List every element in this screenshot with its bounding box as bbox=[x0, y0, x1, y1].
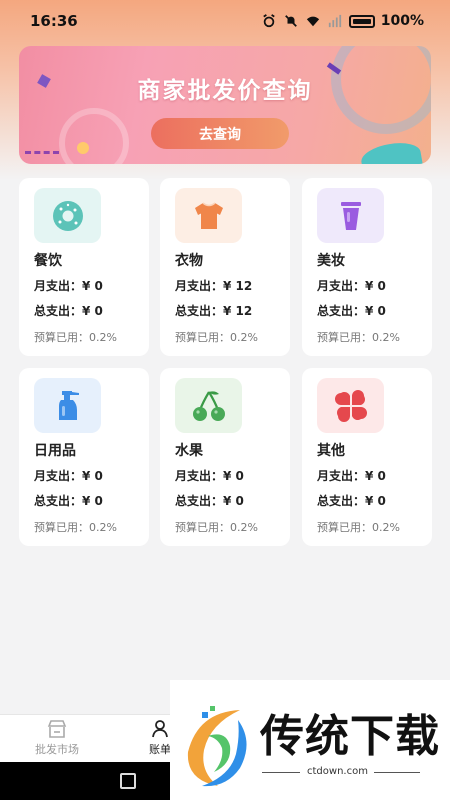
wifi-icon bbox=[306, 16, 319, 27]
total-expense: 总支出：¥ 0 bbox=[34, 304, 103, 318]
monthly-expense: 月支出：¥ 0 bbox=[34, 279, 103, 293]
nav-market[interactable]: 批发市场 bbox=[22, 719, 92, 757]
donut-icon bbox=[52, 200, 83, 231]
total-expense: 总支出：¥ 0 bbox=[34, 494, 103, 508]
status-time: 16:36 bbox=[30, 12, 78, 30]
category-card-other[interactable]: 其他 月支出：¥ 0 总支出：¥ 0 预算已用：0.2% bbox=[302, 368, 432, 546]
alarm-icon bbox=[262, 14, 275, 28]
status-icons: 100% bbox=[261, 13, 424, 29]
store-icon bbox=[47, 720, 67, 738]
monthly-expense: 月支出：¥ 0 bbox=[175, 469, 244, 483]
four-petal-icon bbox=[334, 389, 367, 422]
recent-apps-button[interactable] bbox=[120, 773, 136, 789]
nav-bill-label: 账单 bbox=[149, 743, 171, 756]
icon-container bbox=[175, 188, 242, 243]
total-expense: 总支出：¥ 0 bbox=[317, 304, 386, 318]
monthly-expense: 月支出：¥ 0 bbox=[317, 279, 386, 293]
nav-market-label: 批发市场 bbox=[35, 743, 79, 756]
status-bar: 16:36 100% bbox=[0, 0, 450, 42]
decor-shape bbox=[359, 138, 423, 164]
watermark-brand: 传统下载 bbox=[260, 711, 440, 762]
budget-used: 预算已用：0.2% bbox=[34, 331, 117, 344]
bill-icon bbox=[152, 720, 168, 738]
signal-icon bbox=[328, 14, 341, 28]
category-name: 水果 bbox=[175, 443, 203, 459]
watermark-url: ctdown.com bbox=[307, 766, 368, 777]
total-expense: 总支出：¥ 0 bbox=[175, 494, 244, 508]
wholesale-price-banner[interactable]: 商家批发价查询 去查询 bbox=[19, 46, 431, 164]
icon-container bbox=[317, 378, 384, 433]
category-card-cosmetics[interactable]: 美妆 月支出：¥ 0 总支出：¥ 0 预算已用：0.2% bbox=[302, 178, 432, 356]
category-name: 其他 bbox=[317, 443, 345, 459]
spray-bottle-icon bbox=[58, 390, 79, 420]
divider bbox=[262, 772, 300, 773]
icon-container bbox=[34, 378, 101, 433]
budget-used: 预算已用：0.2% bbox=[175, 331, 258, 344]
decor-ring bbox=[59, 108, 129, 164]
monthly-expense: 月支出：¥ 0 bbox=[317, 469, 386, 483]
total-expense: 总支出：¥ 12 bbox=[175, 304, 253, 318]
category-name: 衣物 bbox=[175, 253, 203, 269]
budget-used: 预算已用：0.2% bbox=[34, 521, 117, 534]
category-name: 餐饮 bbox=[34, 253, 62, 269]
category-card-daily-goods[interactable]: 日用品 月支出：¥ 0 总支出：¥ 0 预算已用：0.2% bbox=[19, 368, 149, 546]
category-card-clothing[interactable]: 衣物 月支出：¥ 12 总支出：¥ 12 预算已用：0.2% bbox=[160, 178, 290, 356]
cosmetic-cup-icon bbox=[340, 201, 361, 230]
mute-icon bbox=[284, 15, 297, 27]
monthly-expense: 月支出：¥ 12 bbox=[175, 279, 253, 293]
monthly-expense: 月支出：¥ 0 bbox=[34, 469, 103, 483]
category-name: 美妆 bbox=[317, 253, 345, 269]
icon-container bbox=[175, 378, 242, 433]
query-button[interactable]: 去查询 bbox=[151, 118, 289, 149]
decor-confetti bbox=[77, 142, 89, 154]
category-name: 日用品 bbox=[34, 443, 76, 459]
watermark-logo-icon bbox=[187, 706, 247, 787]
watermark: 传统下载 ctdown.com bbox=[170, 680, 450, 800]
budget-used: 预算已用：0.2% bbox=[175, 521, 258, 534]
category-card-fruit[interactable]: 水果 月支出：¥ 0 总支出：¥ 0 预算已用：0.2% bbox=[160, 368, 290, 546]
icon-container bbox=[317, 188, 384, 243]
budget-used: 预算已用：0.2% bbox=[317, 521, 400, 534]
tshirt-icon bbox=[194, 201, 223, 229]
battery-level: 100% bbox=[380, 13, 424, 29]
total-expense: 总支出：¥ 0 bbox=[317, 494, 386, 508]
banner-title: 商家批发价查询 bbox=[137, 78, 313, 104]
cherry-icon bbox=[192, 390, 225, 421]
icon-container bbox=[34, 188, 101, 243]
decor-wave bbox=[25, 146, 59, 154]
divider bbox=[374, 772, 420, 773]
battery-icon bbox=[348, 14, 375, 28]
category-card-food[interactable]: 餐饮 月支出：¥ 0 总支出：¥ 0 预算已用：0.2% bbox=[19, 178, 149, 356]
budget-used: 预算已用：0.2% bbox=[317, 331, 400, 344]
